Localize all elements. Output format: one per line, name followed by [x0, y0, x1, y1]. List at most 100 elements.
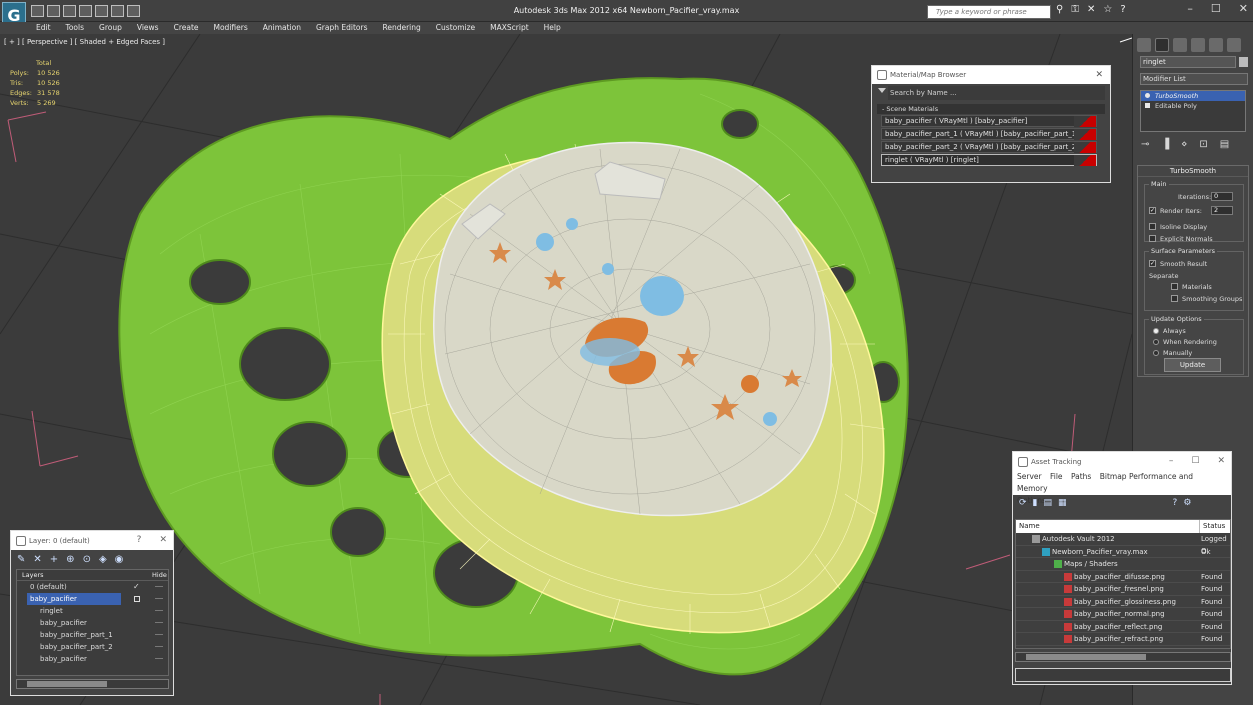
minimize-icon[interactable]: – [1187, 2, 1193, 15]
settings-icon[interactable]: ⚙ [1183, 498, 1191, 508]
help-icon[interactable]: ? [1173, 498, 1178, 508]
key-icon[interactable]: ⚿ [1071, 4, 1079, 15]
material-browser-titlebar[interactable]: Material/Map Browser ✕ [872, 66, 1110, 84]
help-icon[interactable]: ? [1120, 4, 1125, 15]
redo-icon[interactable] [95, 5, 108, 17]
asset-row[interactable]: Newborn_Pacifier_vray.max Ok [1016, 546, 1230, 558]
close-icon[interactable]: ✕ [1217, 456, 1225, 466]
iterations-spinner[interactable]: 0 [1211, 192, 1233, 201]
rollout-title[interactable]: TurboSmooth [1138, 166, 1248, 177]
update-button[interactable]: Update [1164, 358, 1221, 372]
name-column-header[interactable]: Name [1019, 522, 1040, 530]
hide-toggle[interactable] [155, 598, 163, 599]
material-row[interactable]: baby_pacifier_part_1 ( VRayMtl ) [baby_p… [881, 128, 1097, 140]
delete-layer-icon[interactable]: ✕ [33, 554, 41, 565]
hide-toggle[interactable] [155, 610, 163, 611]
highlight-layer-icon[interactable]: ◈ [99, 554, 107, 565]
stack-item-editable-poly[interactable]: Editable Poly [1141, 101, 1245, 111]
render-iters-checkbox[interactable]: ✓ [1149, 207, 1156, 214]
menu-create[interactable]: Create [174, 22, 199, 34]
maximize-icon[interactable]: ☐ [1191, 456, 1199, 466]
scrollbar-thumb[interactable] [27, 681, 107, 687]
grid-view-icon[interactable]: ▦ [1058, 498, 1067, 508]
pin-stack-icon[interactable]: ⊸ [1141, 139, 1149, 150]
manually-radio[interactable] [1153, 350, 1159, 356]
viewport-label[interactable]: [ + ] [ Perspective ] [ Shaded + Edged F… [4, 38, 165, 46]
list-view-icon[interactable]: ▮ [1033, 498, 1038, 508]
explicit-normals-checkbox[interactable] [1149, 235, 1156, 242]
refresh-icon[interactable]: ⟳ [1019, 498, 1027, 508]
menu-graph-editors[interactable]: Graph Editors [316, 22, 368, 34]
isoline-checkbox[interactable] [1149, 223, 1156, 230]
stack-item-turbosmooth[interactable]: TurboSmooth [1141, 91, 1245, 101]
display-tab-icon[interactable] [1209, 38, 1223, 52]
status-column-header[interactable]: Status [1199, 520, 1225, 533]
hierarchy-tab-icon[interactable] [1173, 38, 1187, 52]
menu-customize[interactable]: Customize [436, 22, 475, 34]
maximize-icon[interactable]: ☐ [1211, 2, 1221, 15]
object-color-swatch[interactable] [1239, 57, 1248, 67]
asset-row[interactable]: Autodesk Vault 2012 Logged O [1016, 533, 1230, 555]
qat-dropdown-icon[interactable] [127, 5, 140, 17]
materials-checkbox[interactable] [1171, 283, 1178, 290]
new-file-icon[interactable] [31, 5, 44, 17]
project-folder-icon[interactable] [111, 5, 124, 17]
save-file-icon[interactable] [63, 5, 76, 17]
hide-toggle[interactable] [155, 646, 163, 647]
menu-edit[interactable]: Edit [36, 22, 51, 34]
scrollbar-thumb[interactable] [1026, 654, 1146, 660]
hide-toggle[interactable] [155, 634, 163, 635]
layer-row[interactable]: ringlet [17, 605, 168, 617]
layer-row[interactable]: baby_pacifier_part_2 [17, 641, 168, 653]
layer-row[interactable]: baby_pacifier [17, 653, 168, 665]
asset-row[interactable]: Maps / Shaders [1016, 558, 1230, 571]
layer-settings-icon[interactable]: ✎ [17, 554, 25, 565]
layer-row[interactable]: baby_pacifier_part_1 [17, 629, 168, 641]
hide-all-icon[interactable]: ◉ [115, 554, 124, 565]
asset-tracking-titlebar[interactable]: Asset Tracking – ☐ ✕ [1013, 452, 1231, 471]
browser-options-icon[interactable] [878, 88, 886, 93]
material-row[interactable]: baby_pacifier_part_2 ( VRayMtl ) [baby_p… [881, 141, 1097, 153]
configure-sets-icon[interactable]: ▤ [1220, 139, 1229, 150]
open-file-icon[interactable] [47, 5, 60, 17]
menu-maxscript[interactable]: MAXScript [490, 22, 529, 34]
minimize-icon[interactable]: – [1169, 456, 1174, 466]
hide-column-header[interactable]: Hide [152, 570, 167, 581]
close-icon[interactable]: ✕ [1239, 2, 1248, 15]
menu-rendering[interactable]: Rendering [382, 22, 420, 34]
menu-server[interactable]: Server [1017, 472, 1042, 481]
when-rendering-radio[interactable] [1153, 339, 1159, 345]
layer-row[interactable]: 0 (default) ✓ [17, 581, 168, 593]
menu-views[interactable]: Views [137, 22, 159, 34]
hide-toggle[interactable] [155, 622, 163, 623]
make-unique-icon[interactable]: ⋄ [1181, 139, 1187, 150]
menu-help[interactable]: Help [544, 22, 561, 34]
menu-file[interactable]: File [1050, 472, 1063, 481]
asset-horizontal-scrollbar[interactable] [1015, 652, 1231, 662]
layers-titlebar[interactable]: Layer: 0 (default) ? ✕ [11, 531, 173, 550]
object-name-field[interactable]: ringlet [1140, 56, 1236, 68]
select-objects-icon[interactable]: ⊙ [83, 554, 91, 565]
close-icon[interactable]: ✕ [1095, 70, 1103, 80]
asset-row[interactable]: baby_pacifier_glossiness.png Found [1016, 596, 1230, 608]
asset-row[interactable]: baby_pacifier_refract.png Found [1016, 633, 1230, 646]
always-radio[interactable] [1153, 328, 1159, 334]
new-layer-icon[interactable]: + [50, 554, 58, 565]
add-selection-icon[interactable]: ⊕ [66, 554, 74, 565]
star-icon[interactable]: ☆ [1103, 4, 1112, 15]
asset-row[interactable]: baby_pacifier_normal.png Found [1016, 608, 1230, 621]
layers-column-header[interactable]: Layers [22, 571, 44, 579]
asset-row[interactable]: baby_pacifier_reflect.png Found [1016, 621, 1230, 633]
material-search-input[interactable]: Search by Name ... [888, 86, 1105, 100]
menu-animation[interactable]: Animation [263, 22, 301, 34]
material-row[interactable]: baby_pacifier ( VRayMtl ) [baby_pacifier… [881, 115, 1097, 127]
modify-tab-icon[interactable] [1155, 38, 1169, 52]
x-icon[interactable]: ✕ [1087, 4, 1095, 15]
menu-bitmap-performance[interactable]: Bitmap Performance and Memory [1017, 472, 1193, 493]
menu-paths[interactable]: Paths [1071, 472, 1091, 481]
remove-modifier-icon[interactable]: ⊡ [1199, 139, 1207, 150]
show-end-result-icon[interactable]: ▐ [1161, 139, 1169, 150]
utilities-tab-icon[interactable] [1227, 38, 1241, 52]
render-iters-spinner[interactable]: 2 [1211, 206, 1233, 215]
asset-row[interactable]: baby_pacifier_fresnel.png Found [1016, 583, 1230, 596]
